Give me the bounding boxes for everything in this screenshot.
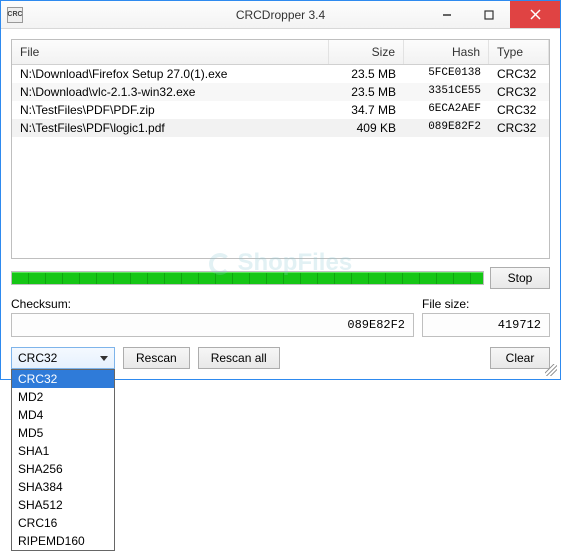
table-row[interactable]: N:\Download\vlc-2.1.3-win32.exe23.5 MB33…	[12, 83, 549, 101]
cell-file: N:\TestFiles\PDF\logic1.pdf	[12, 120, 329, 136]
algorithm-dropdown[interactable]: CRC32MD2MD4MD5SHA1SHA256SHA384SHA512CRC1…	[11, 369, 115, 551]
header-size[interactable]: Size	[329, 40, 404, 64]
minimize-icon	[442, 10, 452, 20]
maximize-button[interactable]	[468, 1, 510, 28]
algorithm-option[interactable]: RIPEMD160	[12, 532, 114, 550]
close-icon	[530, 9, 541, 20]
cell-type: CRC32	[489, 66, 549, 82]
checksum-label: Checksum:	[11, 297, 71, 311]
algorithm-selected: CRC32	[18, 351, 57, 365]
minimize-button[interactable]	[426, 1, 468, 28]
app-window: CRC CRCDropper 3.4 File Size Hash Type N…	[0, 0, 561, 380]
cell-size: 409 KB	[329, 120, 404, 136]
cell-file: N:\Download\vlc-2.1.3-win32.exe	[12, 84, 329, 100]
algorithm-option[interactable]: CRC32	[12, 370, 114, 388]
table-row[interactable]: N:\TestFiles\PDF\PDF.zip34.7 MB6ECA2AEFC…	[12, 101, 549, 119]
header-type[interactable]: Type	[489, 40, 549, 64]
rescan-button[interactable]: Rescan	[123, 347, 190, 369]
algorithm-option[interactable]: CRC16	[12, 514, 114, 532]
client-area: File Size Hash Type N:\Download\Firefox …	[1, 29, 560, 379]
algorithm-combo-display[interactable]: CRC32	[11, 347, 115, 369]
close-button[interactable]	[510, 1, 560, 28]
progress-bar	[11, 271, 484, 285]
algorithm-option[interactable]: MD2	[12, 388, 114, 406]
table-row[interactable]: N:\TestFiles\PDF\logic1.pdf409 KB089E82F…	[12, 119, 549, 137]
filesize-field[interactable]: 419712	[422, 313, 550, 337]
algorithm-combo[interactable]: CRC32 CRC32MD2MD4MD5SHA1SHA256SHA384SHA5…	[11, 347, 115, 369]
file-list[interactable]: File Size Hash Type N:\Download\Firefox …	[11, 39, 550, 259]
algorithm-option[interactable]: MD4	[12, 406, 114, 424]
checksum-field[interactable]: 089E82F2	[11, 313, 414, 337]
cell-type: CRC32	[489, 120, 549, 136]
algorithm-option[interactable]: SHA512	[12, 496, 114, 514]
cell-type: CRC32	[489, 102, 549, 118]
cell-type: CRC32	[489, 84, 549, 100]
cell-size: 34.7 MB	[329, 102, 404, 118]
algorithm-option[interactable]: MD5	[12, 424, 114, 442]
cell-size: 23.5 MB	[329, 66, 404, 82]
chevron-down-icon	[100, 356, 108, 361]
cell-size: 23.5 MB	[329, 84, 404, 100]
cell-hash: 089E82F2	[404, 120, 489, 136]
titlebar[interactable]: CRC CRCDropper 3.4	[1, 1, 560, 29]
resize-grip[interactable]	[545, 364, 557, 376]
algorithm-option[interactable]: SHA1	[12, 442, 114, 460]
clear-button[interactable]: Clear	[490, 347, 550, 369]
list-rows: N:\Download\Firefox Setup 27.0(1).exe23.…	[12, 65, 549, 137]
header-hash[interactable]: Hash	[404, 40, 489, 64]
maximize-icon	[484, 10, 494, 20]
stop-button[interactable]: Stop	[490, 267, 550, 289]
cell-hash: 5FCE0138	[404, 66, 489, 82]
cell-hash: 6ECA2AEF	[404, 102, 489, 118]
cell-file: N:\Download\Firefox Setup 27.0(1).exe	[12, 66, 329, 82]
filesize-label: File size:	[422, 297, 550, 311]
rescan-all-button[interactable]: Rescan all	[198, 347, 280, 369]
app-icon: CRC	[7, 7, 23, 23]
algorithm-option[interactable]: SHA384	[12, 478, 114, 496]
algorithm-option[interactable]: SHA256	[12, 460, 114, 478]
cell-file: N:\TestFiles\PDF\PDF.zip	[12, 102, 329, 118]
cell-hash: 3351CE55	[404, 84, 489, 100]
list-header[interactable]: File Size Hash Type	[12, 40, 549, 65]
header-file[interactable]: File	[12, 40, 329, 64]
table-row[interactable]: N:\Download\Firefox Setup 27.0(1).exe23.…	[12, 65, 549, 83]
